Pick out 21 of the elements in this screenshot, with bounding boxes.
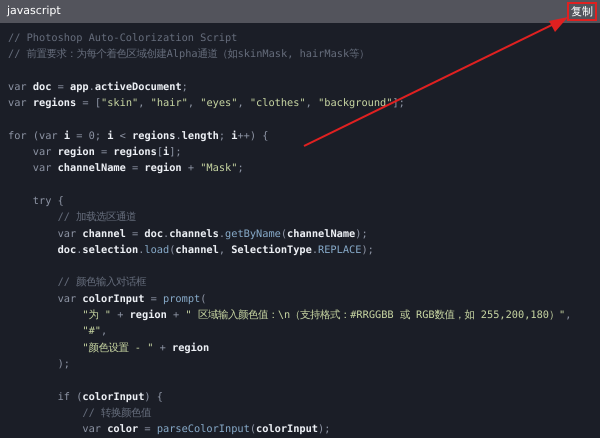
- code-line: var doc = app.activeDocument;: [8, 80, 188, 95]
- code-line: doc.selection.load(channel, SelectionType.REPLACE);: [58, 242, 374, 258]
- code-line: var region = regions[i];: [32, 145, 182, 160]
- code-line: try {: [32, 194, 64, 209]
- code-line: "#",: [82, 324, 108, 340]
- code-line: for (var i = 0; i < regions.length; i++) {: [8, 128, 268, 144]
- code-line: var channelName = region + "Mask";: [32, 161, 244, 176]
- code-comment: // 前置要求：为每个着色区域创建Alpha通道（如skinMask, hairMask等）: [8, 47, 370, 62]
- copy-button[interactable]: 复制: [567, 2, 597, 21]
- code-line: var color = parseColorInput(colorInput);: [82, 422, 330, 438]
- code-comment: // 转换颜色值: [82, 406, 151, 421]
- code-comment: // Photoshop Auto-Colorization Script: [8, 31, 238, 46]
- code-comment: // 加载选区通道: [58, 210, 136, 226]
- code-comment: // 颜色输入对话框: [58, 275, 146, 290]
- code-line: "颜色设置 - " + region: [82, 340, 210, 356]
- code-line: if (colorInput) {: [58, 390, 164, 405]
- code-line: );: [58, 356, 70, 372]
- code-line: "为 " + region + " 区域输入颜色值：\n（支持格式：#RRGGBB 或 RGB数值，如 255,200,180）",: [82, 308, 572, 324]
- language-label: javascript: [7, 3, 61, 20]
- code-line: var colorInput = prompt(: [58, 292, 206, 307]
- code-line: var channel = doc.channels.getByName(channelName);: [58, 226, 368, 242]
